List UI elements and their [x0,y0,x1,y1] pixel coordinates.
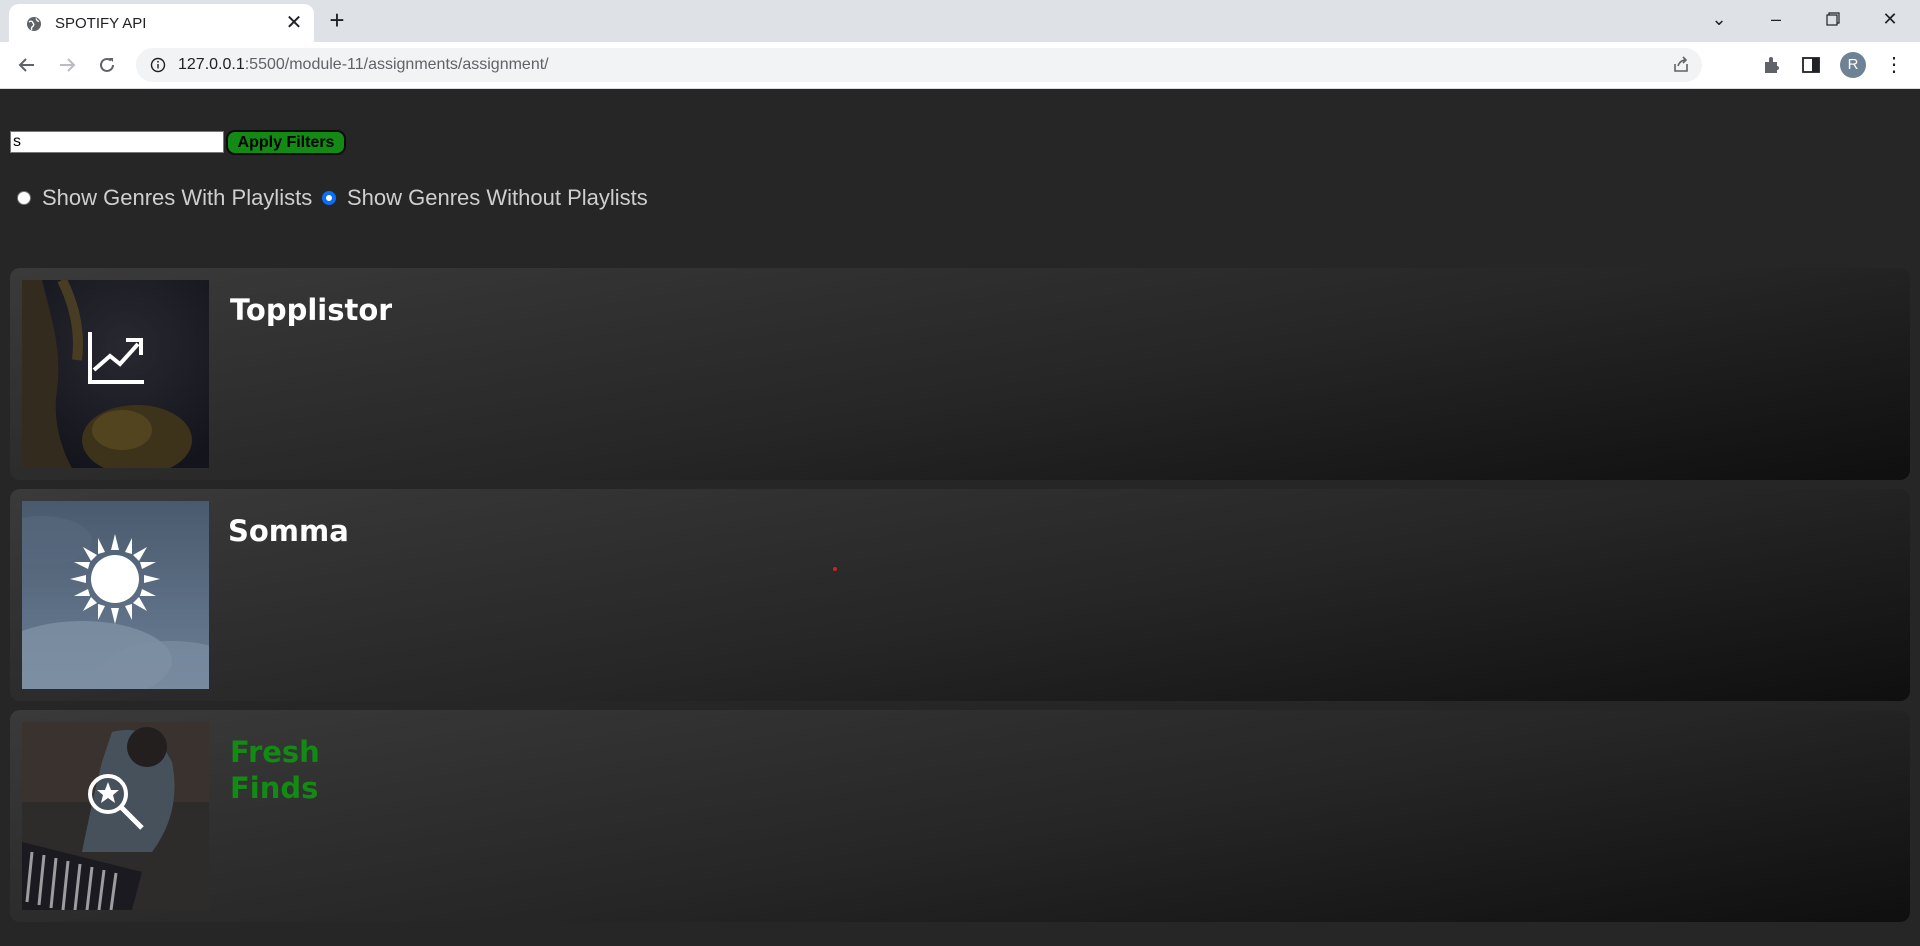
minimize-icon[interactable]: – [1760,6,1792,32]
browser-toolbar: 127.0.0.1:5500/module-11/assignments/ass… [0,42,1920,116]
genre-image [22,280,209,468]
address-bar[interactable]: 127.0.0.1:5500/module-11/assignments/ass… [136,48,1702,82]
apply-filters-button[interactable]: Apply Filters [226,130,346,155]
back-icon[interactable] [13,51,41,79]
browser-tab-bar: SPOTIFY API ✕ + ⌄ – ✕ [0,0,1920,42]
radio-without-playlists-label[interactable]: Show Genres Without Playlists [347,185,648,211]
genre-card[interactable]: Topplistor [10,268,1910,480]
genre-image [22,722,209,910]
tab-search-chevron-icon[interactable]: ⌄ [1703,6,1735,32]
genre-title: Fresh Finds [230,735,320,805]
page-content: Apply Filters Show Genres With Playlists… [0,89,1920,946]
star-search-icon [88,774,144,830]
radio-without-playlists[interactable] [322,191,336,205]
radio-with-playlists-label[interactable]: Show Genres With Playlists [42,185,312,211]
genre-title: Sommar [228,514,348,548]
share-icon[interactable] [1671,55,1691,75]
genre-card[interactable]: Sommar [10,489,1910,701]
search-input[interactable] [10,131,224,153]
genre-image [22,501,209,689]
sun-icon [70,534,160,624]
close-tab-icon[interactable]: ✕ [285,13,303,33]
globe-icon [27,17,41,31]
forward-icon[interactable] [53,51,81,79]
site-info-icon[interactable] [150,57,166,73]
restore-icon[interactable] [1817,6,1849,32]
trending-up-icon [88,332,144,384]
mouse-cursor-dot [833,567,837,571]
tab-title: SPOTIFY API [55,15,147,32]
side-panel-icon[interactable] [1800,54,1822,76]
extensions-icon[interactable] [1761,54,1783,76]
close-window-icon[interactable]: ✕ [1874,6,1906,32]
new-tab-icon[interactable]: + [325,7,349,33]
browser-tab[interactable]: SPOTIFY API ✕ [9,4,314,42]
url-text: 127.0.0.1:5500/module-11/assignments/ass… [178,56,549,74]
genre-title: Topplistor [230,293,392,327]
genre-card[interactable]: Fresh Finds [10,710,1910,922]
url-host: 127.0.0.1 [178,56,245,73]
menu-kebab-icon[interactable]: ⋮ [1880,51,1908,79]
radio-with-playlists[interactable] [17,191,31,205]
profile-avatar[interactable]: R [1840,52,1866,78]
url-path: :5500/module-11/assignments/assignment/ [244,56,549,73]
reload-icon[interactable] [93,51,121,79]
